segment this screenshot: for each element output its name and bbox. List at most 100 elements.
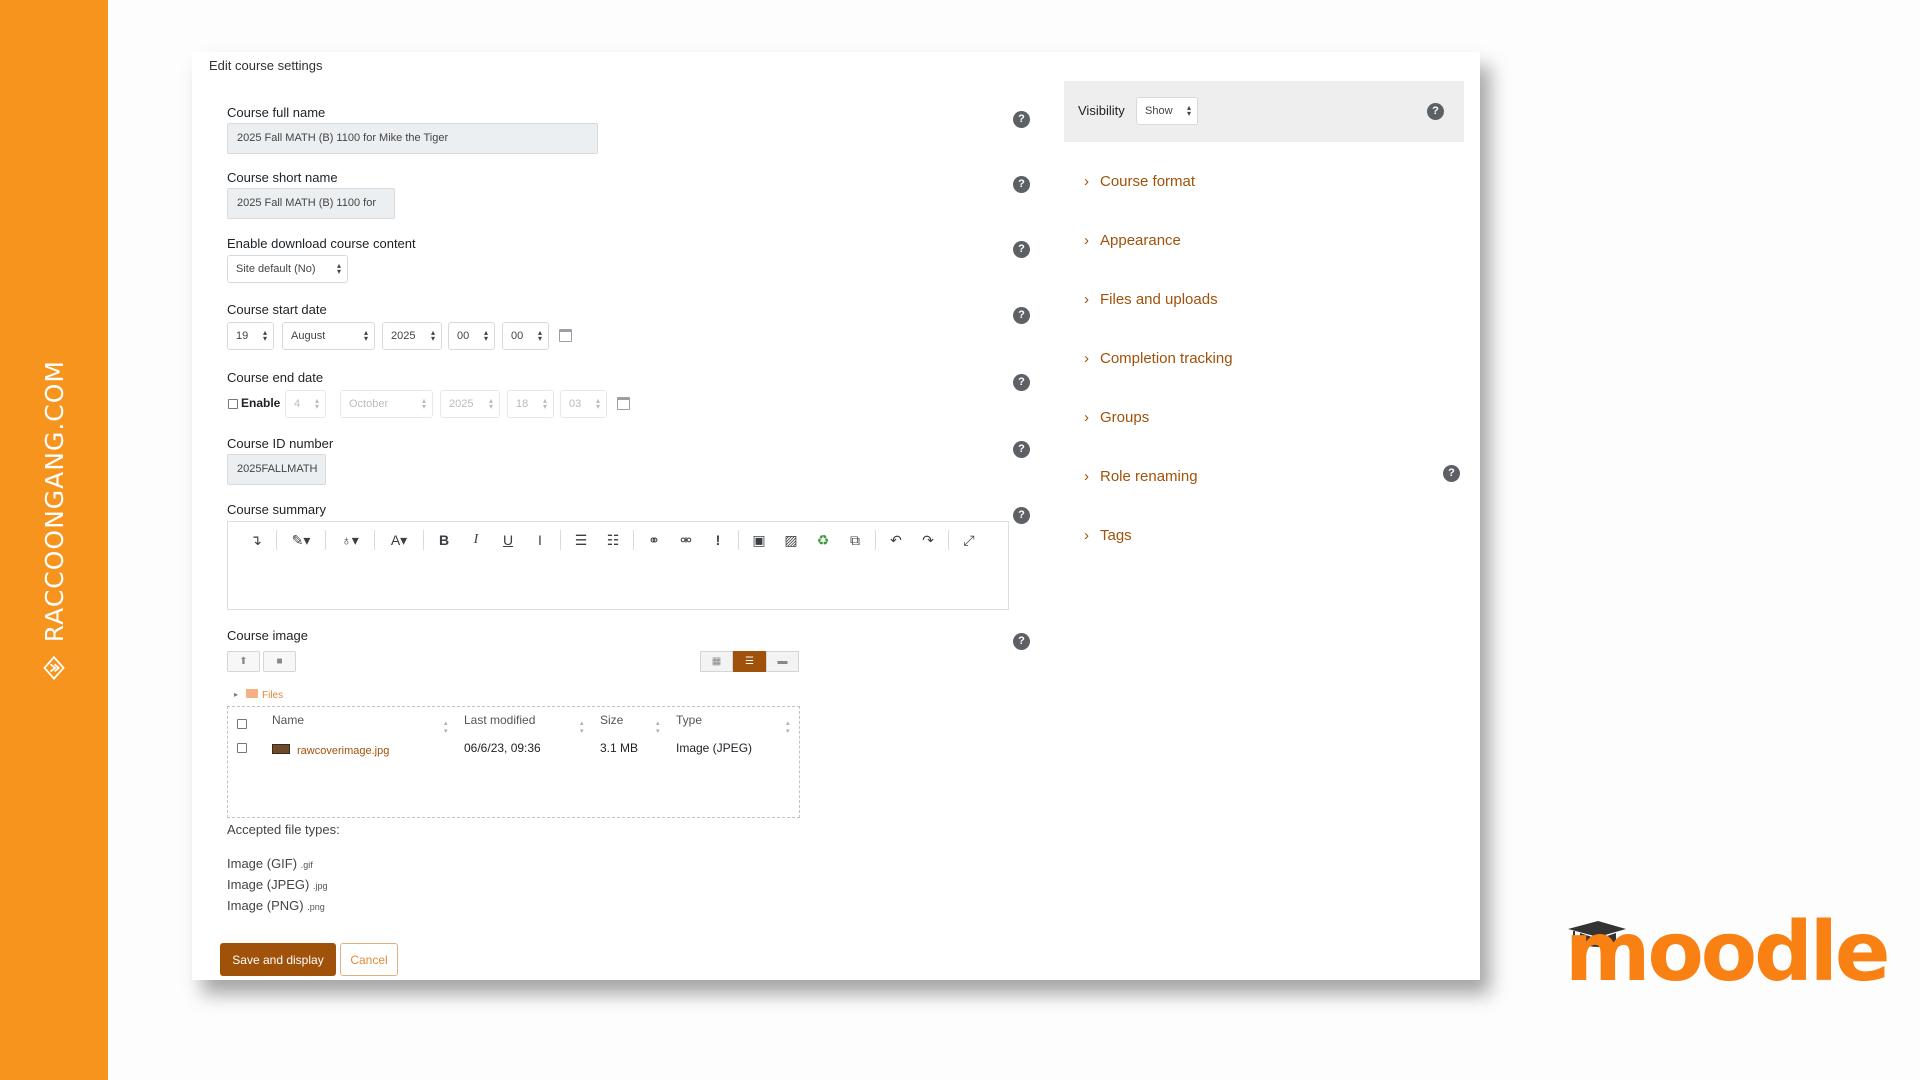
- full-name-input[interactable]: 2025 Fall MATH (B) 1100 for Mike the Tig…: [227, 123, 598, 154]
- help-icon[interactable]: ?: [1013, 307, 1030, 324]
- end-day-select[interactable]: 4 ▴ ▾: [285, 390, 326, 418]
- moodle-logo: moodle: [1565, 905, 1891, 1000]
- sort-icon[interactable]: ▴ ▾: [444, 719, 448, 735]
- help-icon[interactable]: ?: [1013, 374, 1030, 391]
- sort-icon[interactable]: ▴ ▾: [786, 719, 790, 735]
- italic-icon[interactable]: I: [460, 532, 492, 548]
- help-icon[interactable]: ?: [1427, 103, 1444, 120]
- start-hour-select[interactable]: 00 ▴ ▾: [448, 322, 495, 350]
- toolbar-divider: [325, 530, 326, 550]
- column-header-last-modified[interactable]: Last modified: [464, 713, 535, 727]
- warning-icon[interactable]: !: [702, 532, 734, 548]
- breadcrumb: Edit course settings: [209, 58, 323, 73]
- sort-icon[interactable]: ▴ ▾: [656, 719, 660, 735]
- cancel-button[interactable]: Cancel: [340, 943, 398, 976]
- accepted-type-jpeg: Image (JPEG) .jpg: [227, 877, 328, 892]
- file-row-checkbox[interactable]: [237, 743, 247, 753]
- help-icon[interactable]: ?: [1013, 241, 1030, 258]
- visibility-select[interactable]: Show ▴ ▾: [1136, 97, 1198, 125]
- chevron-right-icon: ›: [1084, 350, 1089, 367]
- end-minute-select[interactable]: 03 ▴ ▾: [560, 390, 607, 418]
- column-header-name[interactable]: Name: [272, 713, 304, 727]
- select-all-checkbox[interactable]: [237, 719, 247, 729]
- toolbar-divider: [423, 530, 424, 550]
- copy-icon[interactable]: ⧉: [839, 532, 871, 549]
- bullet-list-icon[interactable]: ☰: [565, 532, 597, 549]
- unlink-icon[interactable]: ⚮: [670, 532, 702, 549]
- help-icon[interactable]: ?: [1013, 176, 1030, 193]
- start-month-value: August: [291, 330, 326, 342]
- download-select[interactable]: Site default (No) ▴ ▾: [227, 255, 348, 283]
- download-label: Enable download course content: [227, 236, 416, 251]
- calendar-icon[interactable]: [617, 397, 630, 410]
- end-date-enable-checkbox[interactable]: [228, 399, 238, 409]
- link-icon[interactable]: ⚭: [638, 532, 670, 549]
- toolbar-divider: [560, 530, 561, 550]
- undo-icon[interactable]: ↶: [880, 532, 912, 549]
- column-header-type[interactable]: Type: [676, 713, 702, 727]
- accepted-type-name: Image (GIF): [227, 856, 298, 871]
- section-label: Tags: [1100, 527, 1132, 544]
- chevron-right-icon: ›: [1084, 409, 1089, 426]
- section-role-renaming[interactable]: › Role renaming: [1084, 468, 1198, 485]
- section-files-and-uploads[interactable]: › Files and uploads: [1084, 291, 1218, 308]
- start-minute-select[interactable]: 00 ▴ ▾: [502, 322, 549, 350]
- section-appearance[interactable]: › Appearance: [1084, 232, 1181, 249]
- collapse-icon[interactable]: ↴: [240, 532, 272, 549]
- end-hour-select[interactable]: 18 ▴ ▾: [507, 390, 554, 418]
- brand-vertical: RACCOONGANG.COM: [8, 360, 100, 680]
- file-modified: 06/6/23, 09:36: [464, 741, 541, 755]
- tree-view-icon[interactable]: ▬: [766, 651, 799, 672]
- numbered-list-icon[interactable]: ☷: [597, 532, 629, 549]
- clear-format-icon[interactable]: I: [524, 532, 556, 548]
- grid-view-icon[interactable]: ▦: [700, 651, 733, 672]
- end-month-select[interactable]: October ▴ ▾: [340, 390, 433, 418]
- section-groups[interactable]: › Groups: [1084, 409, 1149, 426]
- start-month-select[interactable]: August ▴ ▾: [282, 322, 375, 350]
- visibility-label: Visibility: [1078, 103, 1125, 118]
- start-date-label: Course start date: [227, 302, 327, 317]
- underline-icon[interactable]: U: [492, 532, 524, 548]
- files-breadcrumb[interactable]: Files: [262, 690, 283, 701]
- help-icon[interactable]: ?: [1013, 111, 1030, 128]
- end-year-select[interactable]: 2025 ▴ ▾: [440, 390, 500, 418]
- image-icon[interactable]: ▨: [775, 532, 807, 549]
- paint-brush-icon[interactable]: ✎▾: [281, 532, 321, 549]
- bold-icon[interactable]: B: [428, 532, 460, 548]
- file-name-link[interactable]: rawcoverimage.jpg: [297, 745, 389, 757]
- expand-arrow-icon[interactable]: ▸: [234, 690, 238, 699]
- file-manager-area[interactable]: Name ▴ ▾ Last modified ▴ ▾ Size ▴ ▾ Type ▴ ▾…: [227, 706, 800, 818]
- id-number-input[interactable]: 2025FALLMATH: [227, 454, 326, 485]
- lightbulb-icon[interactable]: ♁▾: [330, 532, 370, 549]
- accepted-type-png: Image (PNG) .png: [227, 898, 325, 913]
- help-icon[interactable]: ?: [1443, 465, 1460, 482]
- save-and-display-button[interactable]: Save and display: [220, 943, 336, 976]
- font-color-icon[interactable]: A▾: [379, 532, 419, 549]
- column-header-size[interactable]: Size: [600, 713, 623, 727]
- upload-icon[interactable]: ⬆: [227, 651, 260, 672]
- section-tags[interactable]: › Tags: [1084, 527, 1132, 544]
- recycle-icon[interactable]: ♻: [807, 532, 839, 549]
- list-view-icon[interactable]: ☰: [733, 651, 766, 672]
- delete-icon[interactable]: ■: [263, 651, 296, 672]
- calendar-icon[interactable]: [559, 329, 572, 342]
- download-select-value: Site default (No): [236, 263, 316, 275]
- start-day-value: 19: [236, 330, 249, 342]
- summary-editor[interactable]: ↴ ✎▾ ♁▾ A▾ B I U I ☰ ☷ ⚭ ⚮ ! ▣ ▨ ♻ ⧉ ↶ ↷…: [227, 521, 1009, 610]
- help-icon[interactable]: ?: [1013, 507, 1030, 524]
- help-icon[interactable]: ?: [1013, 633, 1030, 650]
- image-thumbnail-icon: [272, 744, 290, 754]
- sort-icon[interactable]: ▴ ▾: [580, 719, 584, 735]
- section-course-format[interactable]: › Course format: [1084, 173, 1195, 190]
- start-day-select[interactable]: 19 ▴ ▾: [227, 322, 274, 350]
- short-name-input[interactable]: 2025 Fall MATH (B) 1100 for: [227, 188, 395, 219]
- accepted-type-ext: .png: [307, 902, 325, 912]
- redo-icon[interactable]: ↷: [912, 532, 944, 549]
- summary-label: Course summary: [227, 502, 326, 517]
- fullscreen-icon[interactable]: ⤢: [953, 532, 985, 549]
- toolbar-divider: [276, 530, 277, 550]
- section-completion-tracking[interactable]: › Completion tracking: [1084, 350, 1233, 367]
- media-icon[interactable]: ▣: [743, 532, 775, 549]
- help-icon[interactable]: ?: [1013, 441, 1030, 458]
- start-year-select[interactable]: 2025 ▴ ▾: [382, 322, 442, 350]
